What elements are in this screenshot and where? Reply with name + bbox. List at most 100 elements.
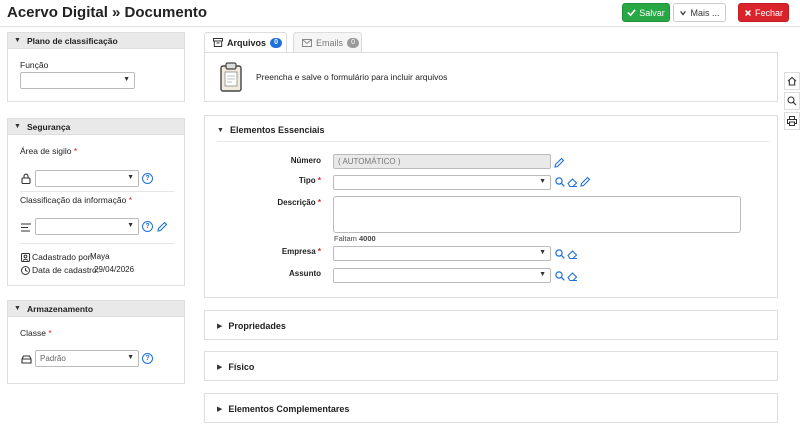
section-title: Elementos Complementares [228,404,350,414]
expand-triangle-icon: ▶ [217,323,223,330]
tab-arquivos[interactable]: Arquivos 0 [204,32,287,52]
clipboard-icon [219,61,243,93]
lock-icon [20,172,32,184]
collapse-triangle-icon: ▼ [14,37,21,44]
help-icon[interactable]: ? [142,221,153,232]
top-bar: Acervo Digital » Documento Salvar Mais .… [0,0,800,27]
search-icon [787,96,797,106]
user-badge-icon [20,252,30,262]
more-button-label: Mais ... [690,7,720,18]
arquivos-panel: Preencha e salve o formulário para inclu… [204,52,778,102]
count-badge: 0 [270,37,283,48]
help-icon[interactable]: ? [142,173,153,184]
eraser-icon[interactable] [567,270,578,281]
chevron-down-icon [680,10,687,16]
arquivos-message: Preencha e salve o formulário para inclu… [256,72,448,82]
tab-label: Emails [316,37,344,48]
panel-plano-classificacao: ▼ Plano de classificação Função ▼ [7,32,185,102]
tab-emails[interactable]: Emails 0 [293,32,362,52]
close-icon [745,9,751,16]
home-button[interactable] [784,72,800,90]
section-header[interactable]: ▼ Elementos Essenciais [217,125,325,135]
panel-title: Plano de classificação [26,35,118,46]
search-icon[interactable] [554,176,565,187]
classe-select[interactable]: Padrão ▼ [35,350,139,367]
fisico-section[interactable]: ▶ Físico [204,351,778,381]
home-icon [787,76,797,86]
check-icon [627,9,636,17]
section-header[interactable]: ▶ Físico [217,362,254,372]
eraser-icon[interactable] [567,176,578,187]
collapse-triangle-icon: ▼ [14,123,21,130]
archive-box-icon [213,38,223,47]
save-button[interactable]: Salvar [622,3,670,22]
envelope-icon [302,38,312,47]
search-icon[interactable] [554,270,565,281]
chevron-down-icon: ▼ [127,354,134,361]
propriedades-section[interactable]: ▶ Propriedades [204,310,778,340]
more-button[interactable]: Mais ... [673,3,726,22]
save-button-label: Salvar [639,7,665,18]
chevron-down-icon: ▼ [123,76,130,83]
print-button[interactable] [784,112,800,130]
funcao-select[interactable]: ▼ [20,72,135,89]
tipo-label: Tipo * [298,176,321,185]
page-title: Acervo Digital » Documento [7,4,208,21]
pencil-icon[interactable] [553,156,565,168]
tipo-select[interactable]: ▼ [333,175,551,190]
panel-header[interactable]: ▼ Segurança [8,119,184,135]
elementos-complementares-section[interactable]: ▶ Elementos Complementares [204,393,778,423]
descricao-label: Descrição * [277,198,321,207]
expand-triangle-icon: ▶ [217,406,223,413]
section-title: Físico [228,362,255,372]
clock-icon [20,265,30,275]
divider [217,141,769,142]
area-sigilo-label: Área de sigilo * [20,146,78,156]
section-title: Propriedades [228,321,286,331]
pencil-icon[interactable] [580,176,591,187]
count-badge: 0 [347,37,360,48]
collapse-triangle-icon: ▼ [14,305,21,312]
faltam-counter: Faltam 4000 [334,234,376,243]
section-header[interactable]: ▶ Elementos Complementares [217,404,349,414]
chevron-down-icon: ▼ [127,174,134,181]
panel-header[interactable]: ▼ Armazenamento [8,301,184,317]
chevron-down-icon: ▼ [127,222,134,229]
pencil-icon[interactable] [156,220,168,232]
numero-label: Número [290,156,321,165]
cadastrado-label: Cadastrado por: [32,252,93,262]
panel-title: Armazenamento [26,303,94,314]
section-header[interactable]: ▶ Propriedades [217,321,286,331]
panel-header[interactable]: ▼ Plano de classificação [8,33,184,49]
search-icon[interactable] [554,248,565,259]
funcao-label: Função [20,60,49,70]
assunto-select[interactable]: ▼ [333,268,551,283]
divider [20,191,174,192]
chevron-down-icon: ▼ [539,271,546,278]
search-button[interactable] [784,92,800,110]
divider [20,243,174,244]
assunto-label: Assunto [289,269,321,278]
eraser-icon[interactable] [567,248,578,259]
elementos-essenciais-section: ▼ Elementos Essenciais Número ( AUTOMÁTI… [204,115,778,298]
storage-drive-icon [20,353,32,365]
collapse-triangle-icon: ▼ [217,126,224,134]
chevron-down-icon: ▼ [539,178,546,185]
panel-armazenamento: ▼ Armazenamento Classe * Padrão ▼ ? [7,300,185,384]
classificacao-label: Classificação da informação * [20,195,132,205]
data-cadastro-label: Data de cadastro: [32,265,100,275]
descricao-textarea[interactable] [333,196,741,233]
chevron-down-icon: ▼ [539,249,546,256]
classificacao-select[interactable]: ▼ [35,218,139,235]
help-icon[interactable]: ? [142,353,153,364]
classe-select-value: Padrão [40,354,66,363]
numero-field: ( AUTOMÁTICO ) [333,154,551,169]
expand-triangle-icon: ▶ [217,364,223,371]
cadastrado-value: Maya [90,252,110,261]
empresa-label: Empresa * [281,247,321,256]
close-button[interactable]: Fechar [738,3,789,22]
empresa-select[interactable]: ▼ [333,246,551,261]
align-left-icon [20,221,32,233]
printer-icon [787,116,797,126]
area-sigilo-select[interactable]: ▼ [35,170,139,187]
